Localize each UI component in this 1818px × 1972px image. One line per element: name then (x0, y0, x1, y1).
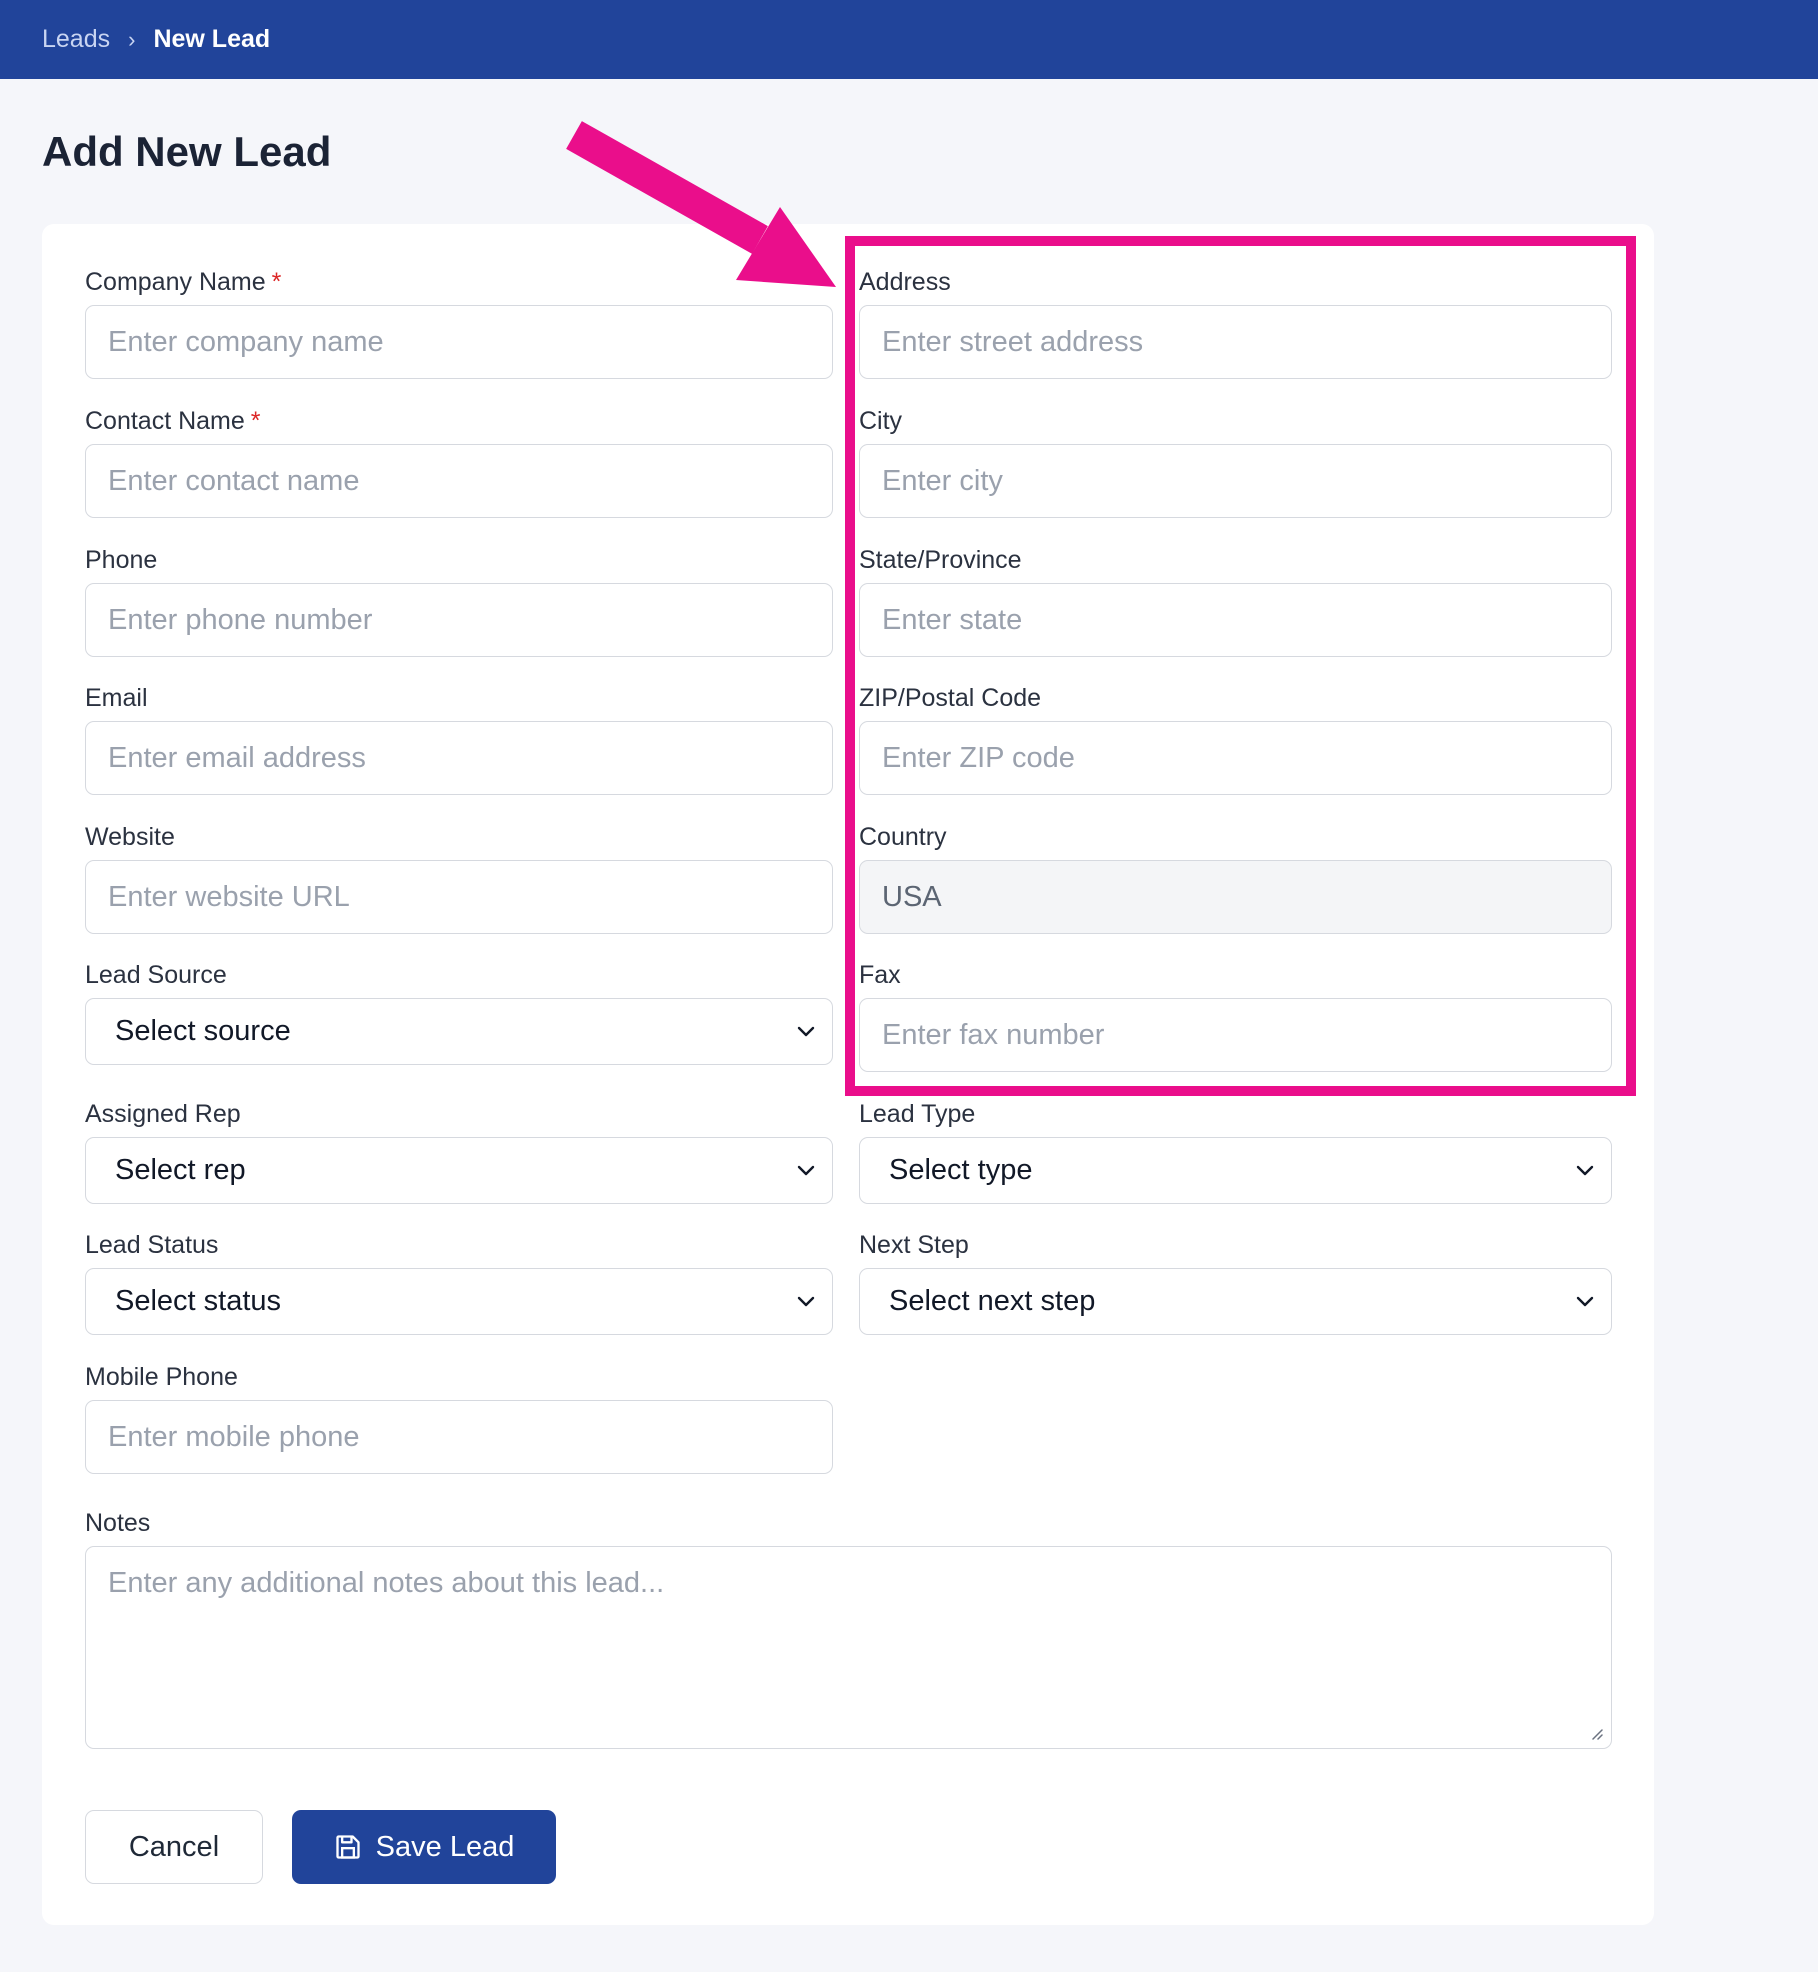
mobile-phone-input[interactable]: Enter mobile phone (85, 1400, 833, 1474)
chevron-down-icon (797, 1296, 815, 1307)
breadcrumb-current: New Lead (153, 25, 271, 53)
email-field: Email Enter email address (85, 684, 833, 799)
lead-status-label: Lead Status (85, 1231, 219, 1259)
next-step-value: Select next step (889, 1285, 1096, 1317)
zip-label: ZIP/Postal Code (859, 684, 1042, 712)
lead-type-field: Lead Type Select type (859, 1100, 1612, 1208)
contact-name-label: Contact Name * (85, 407, 261, 435)
city-input[interactable]: Enter city (859, 444, 1612, 518)
fax-input[interactable]: Enter fax number (859, 998, 1612, 1072)
save-lead-label: Save Lead (375, 1830, 515, 1863)
next-step-field: Next Step Select next step (859, 1231, 1612, 1339)
notes-textarea[interactable]: Enter any additional notes about this le… (85, 1546, 1612, 1749)
phone-field: Phone Enter phone number (85, 546, 833, 661)
lead-type-select[interactable]: Select type (859, 1137, 1612, 1204)
city-label: City (859, 407, 903, 435)
required-marker: * (271, 268, 282, 296)
floppy-disk-icon (335, 1835, 360, 1859)
phone-label: Phone (85, 546, 158, 574)
country-field: Country USA (859, 823, 1612, 938)
email-label: Email (85, 684, 148, 712)
lead-source-label: Lead Source (85, 961, 227, 989)
lead-source-select[interactable]: Select source (85, 998, 833, 1065)
next-step-label: Next Step (859, 1231, 969, 1259)
address-field: Address Enter street address (859, 268, 1612, 383)
required-marker: * (250, 407, 261, 435)
chevron-down-icon (1576, 1165, 1594, 1176)
lead-type-value: Select type (889, 1154, 1033, 1186)
cancel-button[interactable]: Cancel (85, 1810, 263, 1884)
fax-label: Fax (859, 961, 901, 989)
phone-input[interactable]: Enter phone number (85, 583, 833, 657)
zip-field: ZIP/Postal Code Enter ZIP code (859, 684, 1612, 799)
mobile-phone-field: Mobile Phone Enter mobile phone (85, 1363, 833, 1478)
address-input[interactable]: Enter street address (859, 305, 1612, 379)
lead-status-select[interactable]: Select status (85, 1268, 833, 1335)
state-field: State/Province Enter state (859, 546, 1612, 661)
assigned-rep-field: Assigned Rep Select rep (85, 1100, 833, 1208)
state-input[interactable]: Enter state (859, 583, 1612, 657)
company-name-input[interactable]: Enter company name (85, 305, 833, 379)
breadcrumb-separator: › (128, 26, 136, 52)
chevron-down-icon (797, 1026, 815, 1037)
website-field: Website Enter website URL (85, 823, 833, 938)
notes-field: Notes Enter any additional notes about t… (85, 1509, 1612, 1754)
next-step-select[interactable]: Select next step (859, 1268, 1612, 1335)
zip-input[interactable]: Enter ZIP code (859, 721, 1612, 795)
website-label: Website (85, 823, 175, 851)
company-name-field: Company Name * Enter company name (85, 268, 833, 383)
breadcrumb-leads-link[interactable]: Leads (42, 25, 110, 54)
lead-source-value: Select source (115, 1015, 291, 1047)
chevron-down-icon (797, 1165, 815, 1176)
page-title: Add New Lead (42, 128, 332, 175)
assigned-rep-label: Assigned Rep (85, 1100, 241, 1128)
contact-name-input[interactable]: Enter contact name (85, 444, 833, 518)
notes-label: Notes (85, 1509, 151, 1537)
fax-field: Fax Enter fax number (859, 961, 1612, 1076)
country-label: Country (859, 823, 947, 851)
website-input[interactable]: Enter website URL (85, 860, 833, 934)
mobile-phone-label: Mobile Phone (85, 1363, 238, 1391)
state-label: State/Province (859, 546, 1022, 574)
top-bar: Leads › New Lead (0, 0, 1818, 79)
lead-status-value: Select status (115, 1285, 282, 1317)
lead-source-field: Lead Source Select source (85, 961, 833, 1069)
notes-placeholder: Enter any additional notes about this le… (108, 1567, 665, 1599)
lead-type-label: Lead Type (859, 1100, 976, 1128)
resize-handle-icon[interactable] (1587, 1724, 1603, 1740)
assigned-rep-value: Select rep (115, 1154, 246, 1186)
email-input[interactable]: Enter email address (85, 721, 833, 795)
country-input[interactable]: USA (859, 860, 1612, 934)
address-label: Address (859, 268, 951, 296)
contact-name-field: Contact Name * Enter contact name (85, 407, 833, 522)
lead-status-field: Lead Status Select status (85, 1231, 833, 1339)
chevron-down-icon (1576, 1296, 1594, 1307)
company-name-label: Company Name * (85, 268, 282, 296)
city-field: City Enter city (859, 407, 1612, 522)
save-lead-button[interactable]: Save Lead (292, 1810, 556, 1884)
assigned-rep-select[interactable]: Select rep (85, 1137, 833, 1204)
